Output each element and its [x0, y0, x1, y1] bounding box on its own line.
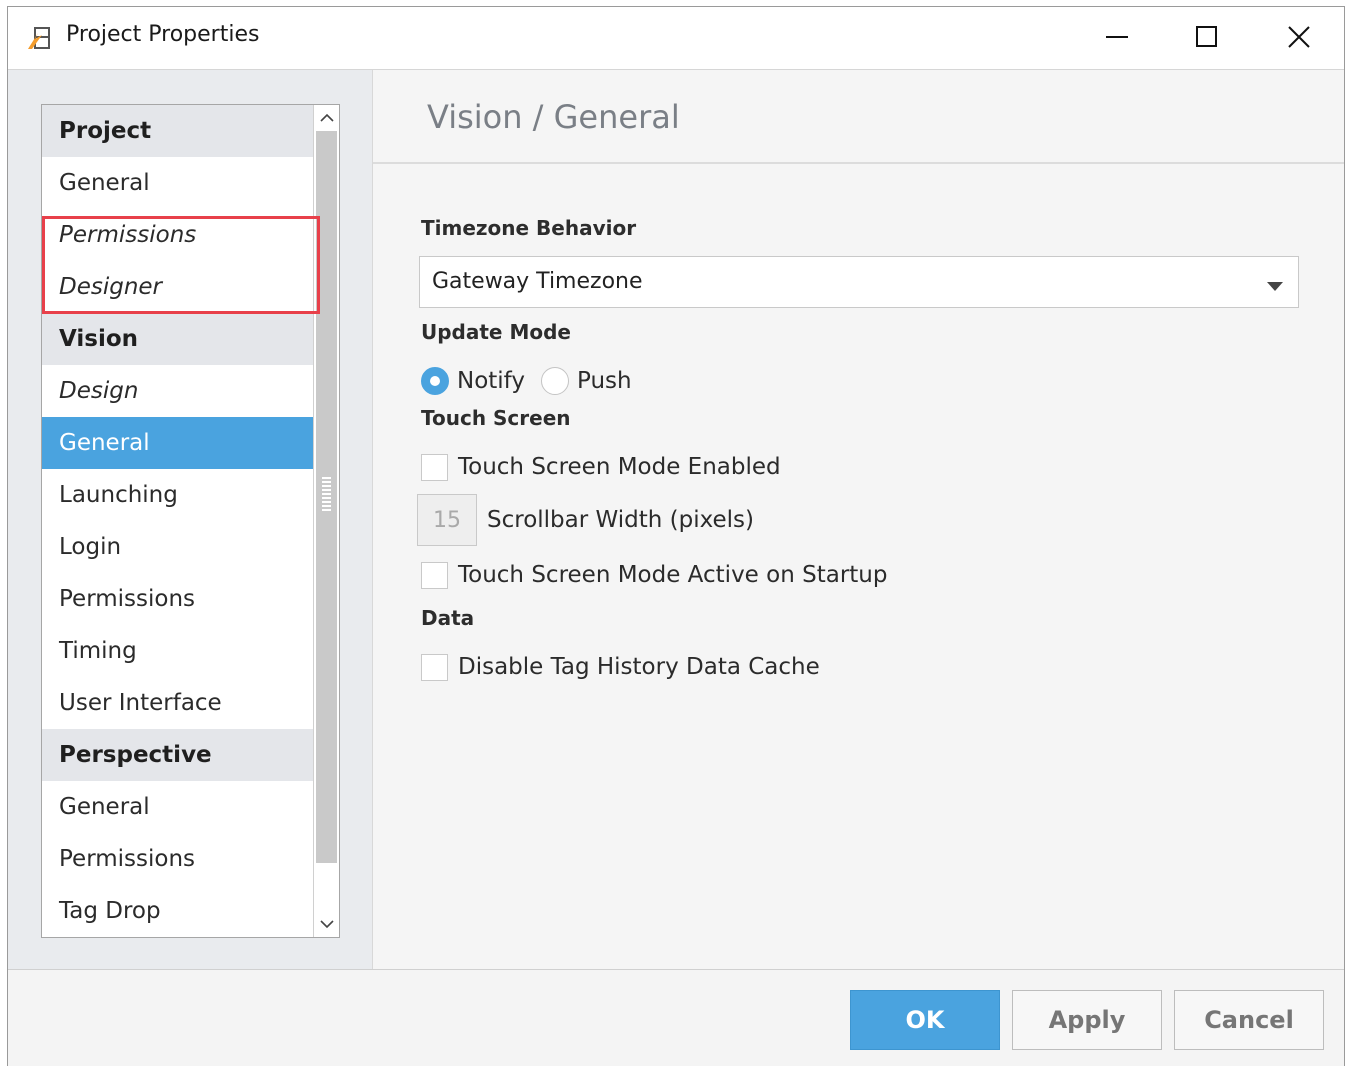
- nav-item-login[interactable]: Login: [42, 521, 313, 573]
- nav-section-vision: Vision: [42, 313, 313, 365]
- chevron-up-icon: [319, 113, 334, 122]
- touch-screen-active-startup-checkbox[interactable]: [421, 561, 448, 589]
- maximize-icon: [1196, 26, 1217, 47]
- scroll-grip-icon: [322, 477, 331, 513]
- scroll-thumb[interactable]: [316, 131, 337, 863]
- disable-tag-history-cache-row: Disable Tag History Data Cache: [421, 652, 820, 682]
- nav-item-designer[interactable]: Designer: [42, 261, 313, 313]
- title-bar: Project Properties: [8, 7, 1344, 69]
- touch-screen-mode-enabled-row: Touch Screen Mode Enabled: [421, 452, 781, 482]
- properties-nav: Project General Permissions Designer Vision D…: [41, 104, 340, 938]
- scroll-up-button[interactable]: [314, 105, 339, 131]
- settings-panel: Vision / General Timezone Behavior Gatew…: [372, 70, 1344, 970]
- scroll-down-button[interactable]: [314, 911, 339, 937]
- nav-section-project: Project: [42, 105, 313, 157]
- nav-section-perspective: Perspective: [42, 729, 313, 781]
- update-mode-radio-group: Notify Push: [421, 366, 648, 396]
- apply-button[interactable]: Apply: [1012, 990, 1162, 1050]
- nav-item-user-interface[interactable]: User Interface: [42, 677, 313, 729]
- nav-item-general[interactable]: General: [42, 157, 313, 209]
- timezone-behavior-value: Gateway Timezone: [432, 269, 643, 294]
- project-properties-dialog: Project Properties Project General Permiss…: [7, 6, 1345, 1066]
- update-mode-label: Update Mode: [421, 320, 571, 344]
- nav-item-launching[interactable]: Launching: [42, 469, 313, 521]
- data-section-label: Data: [421, 606, 475, 630]
- timezone-behavior-label: Timezone Behavior: [421, 216, 637, 240]
- push-radio-label: Push: [577, 368, 632, 394]
- push-radio[interactable]: [541, 367, 569, 395]
- nav-item-permissions[interactable]: Permissions: [42, 833, 313, 885]
- close-icon: [1288, 26, 1310, 48]
- dialog-footer: OK Apply Cancel: [8, 969, 1344, 1066]
- notify-radio[interactable]: [421, 367, 449, 395]
- notify-radio-label: Notify: [457, 368, 525, 394]
- window-title: Project Properties: [66, 22, 260, 47]
- timezone-behavior-select[interactable]: Gateway Timezone: [419, 256, 1299, 308]
- nav-item-general[interactable]: General: [42, 781, 313, 833]
- maximize-button[interactable]: [1184, 19, 1230, 55]
- disable-tag-history-cache-label: Disable Tag History Data Cache: [458, 654, 820, 680]
- nav-item-tag-drop[interactable]: Tag Drop: [42, 885, 313, 937]
- touch-screen-active-startup-label: Touch Screen Mode Active on Startup: [458, 562, 888, 588]
- cancel-button[interactable]: Cancel: [1174, 990, 1324, 1050]
- nav-item-timing[interactable]: Timing: [42, 625, 313, 677]
- dropdown-arrow-icon: [1266, 277, 1284, 296]
- panel-header: Vision / General: [373, 70, 1344, 164]
- minimize-icon: [1106, 36, 1128, 38]
- chevron-down-icon: [319, 920, 334, 929]
- nav-list: Project General Permissions Designer Vision D…: [42, 105, 313, 937]
- scrollbar-width-row: 15 Scrollbar Width (pixels): [417, 494, 754, 546]
- disable-tag-history-cache-checkbox[interactable]: [421, 653, 448, 681]
- touch-screen-label: Touch Screen: [421, 406, 571, 430]
- nav-item-general[interactable]: General: [42, 417, 313, 469]
- nav-item-design[interactable]: Design: [42, 365, 313, 417]
- panel-title: Vision / General: [427, 98, 680, 136]
- scrollbar-width-label: Scrollbar Width (pixels): [487, 507, 755, 533]
- ignition-designer-icon: [26, 25, 54, 51]
- dialog-body: Project General Permissions Designer Vision D…: [8, 69, 1344, 970]
- touch-screen-active-startup-row: Touch Screen Mode Active on Startup: [421, 560, 887, 590]
- touch-screen-mode-enabled-checkbox[interactable]: [421, 453, 448, 481]
- scrollbar-width-input[interactable]: 15: [417, 494, 477, 546]
- nav-item-permissions[interactable]: Permissions: [42, 209, 313, 261]
- nav-scrollbar[interactable]: [313, 105, 339, 937]
- ok-button[interactable]: OK: [850, 990, 1000, 1050]
- close-button[interactable]: [1276, 19, 1322, 55]
- touch-screen-mode-enabled-label: Touch Screen Mode Enabled: [458, 454, 781, 480]
- nav-item-permissions[interactable]: Permissions: [42, 573, 313, 625]
- minimize-button[interactable]: [1094, 19, 1140, 55]
